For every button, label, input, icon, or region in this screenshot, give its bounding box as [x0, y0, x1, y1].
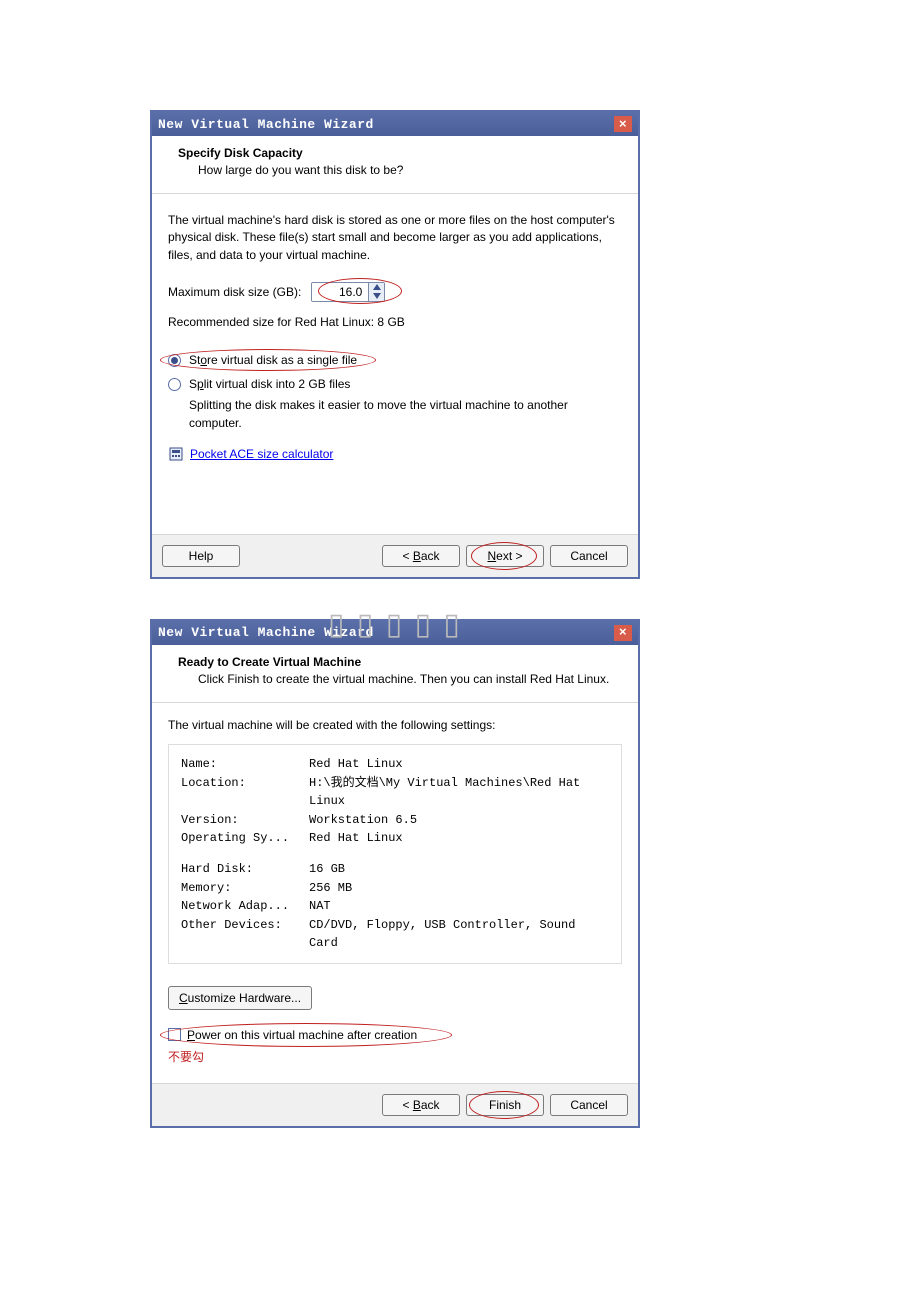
- settings-summary: Name:Red Hat Linux Location:H:\我的文档\My V…: [168, 744, 622, 964]
- close-icon[interactable]: ×: [614, 625, 632, 641]
- radio-store-single-file[interactable]: Store virtual disk as a single file: [168, 353, 622, 367]
- pocket-ace-link[interactable]: Pocket ACE size calculator: [190, 447, 333, 461]
- spinner-up-icon[interactable]: [369, 283, 384, 292]
- close-icon[interactable]: ×: [614, 116, 632, 132]
- wizard-subheading: Click Finish to create the virtual machi…: [168, 671, 622, 688]
- wizard-heading: Specify Disk Capacity: [168, 146, 622, 160]
- max-disk-input[interactable]: [312, 283, 368, 301]
- wizard-header: Ready to Create Virtual Machine Click Fi…: [152, 645, 638, 703]
- dialog-ready-to-create: ▯ ▯ ▯ ▯ ▯ New Virtual Machine Wizard × R…: [150, 619, 640, 1128]
- disk-explain-text: The virtual machine's hard disk is store…: [168, 212, 622, 264]
- dialog-specify-disk-capacity: New Virtual Machine Wizard × Specify Dis…: [150, 110, 640, 579]
- table-row: Location:H:\我的文档\My Virtual Machines\Red…: [181, 774, 609, 811]
- cancel-button[interactable]: Cancel: [550, 1094, 628, 1116]
- checkbox-icon: [168, 1028, 181, 1041]
- wizard-subheading: How large do you want this disk to be?: [168, 162, 622, 179]
- table-row: Other Devices:CD/DVD, Floppy, USB Contro…: [181, 916, 609, 953]
- radio-split-disk[interactable]: Split virtual disk into 2 GB files: [168, 377, 622, 391]
- table-row: Version:Workstation 6.5: [181, 811, 609, 830]
- titlebar: New Virtual Machine Wizard ×: [152, 621, 638, 645]
- radio-icon: [168, 378, 181, 391]
- wizard-header: Specify Disk Capacity How large do you w…: [152, 136, 638, 194]
- radio-label: Split virtual disk into 2 GB files: [189, 377, 350, 391]
- radio-label: Store virtual disk as a single file: [189, 353, 357, 367]
- checkbox-label: Power on this virtual machine after crea…: [187, 1028, 417, 1042]
- max-disk-spinner[interactable]: [311, 282, 385, 302]
- cancel-button[interactable]: Cancel: [550, 545, 628, 567]
- wizard-heading: Ready to Create Virtual Machine: [168, 655, 622, 669]
- next-button[interactable]: Next >: [466, 545, 544, 567]
- table-row: Hard Disk:16 GB: [181, 860, 609, 879]
- spinner-down-icon[interactable]: [369, 292, 384, 301]
- customize-hardware-button[interactable]: Customize Hardware...: [168, 986, 312, 1010]
- finish-button[interactable]: Finish: [466, 1094, 544, 1116]
- max-disk-label: Maximum disk size (GB):: [168, 285, 301, 299]
- back-button[interactable]: < Back: [382, 545, 460, 567]
- help-button[interactable]: Help: [162, 545, 240, 567]
- calculator-icon: [168, 446, 184, 462]
- window-title: New Virtual Machine Wizard: [158, 625, 374, 640]
- titlebar: New Virtual Machine Wizard ×: [152, 112, 638, 136]
- back-button[interactable]: < Back: [382, 1094, 460, 1116]
- table-row: Name:Red Hat Linux: [181, 755, 609, 774]
- annotation-do-not-check: 不要勾: [168, 1048, 622, 1065]
- checkbox-power-on-after-creation[interactable]: Power on this virtual machine after crea…: [168, 1028, 622, 1042]
- settings-intro-text: The virtual machine will be created with…: [168, 717, 622, 734]
- table-row: Memory:256 MB: [181, 879, 609, 898]
- radio-icon: [168, 354, 181, 367]
- recommended-size-text: Recommended size for Red Hat Linux: 8 GB: [168, 314, 622, 331]
- table-row: Network Adap...NAT: [181, 897, 609, 916]
- table-row: Operating Sy...Red Hat Linux: [181, 829, 609, 848]
- window-title: New Virtual Machine Wizard: [158, 117, 374, 132]
- split-note-text: Splitting the disk makes it easier to mo…: [168, 397, 622, 432]
